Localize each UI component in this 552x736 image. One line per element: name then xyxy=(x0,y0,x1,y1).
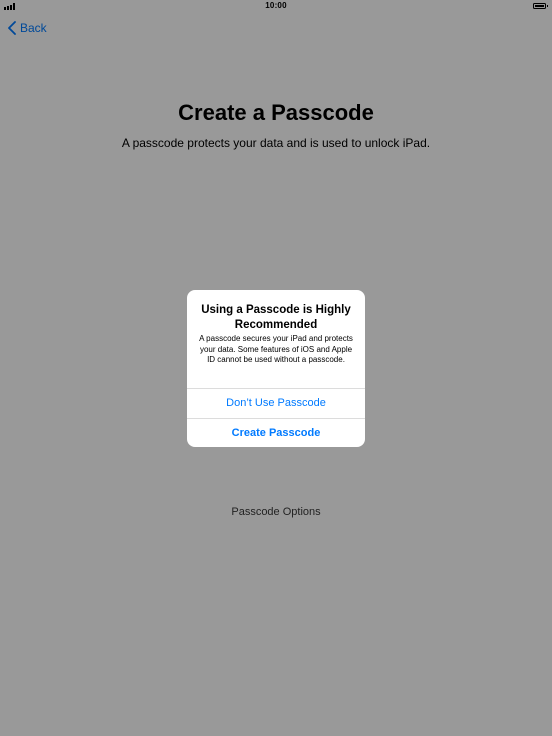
dont-use-passcode-button[interactable]: Don’t Use Passcode xyxy=(187,389,365,417)
alert-message: A passcode secures your iPad and protect… xyxy=(199,334,353,364)
create-passcode-button[interactable]: Create Passcode xyxy=(187,419,365,447)
passcode-alert: Using a Passcode is Highly Recommended A… xyxy=(187,290,365,447)
alert-title: Using a Passcode is Highly Recommended xyxy=(201,304,351,331)
